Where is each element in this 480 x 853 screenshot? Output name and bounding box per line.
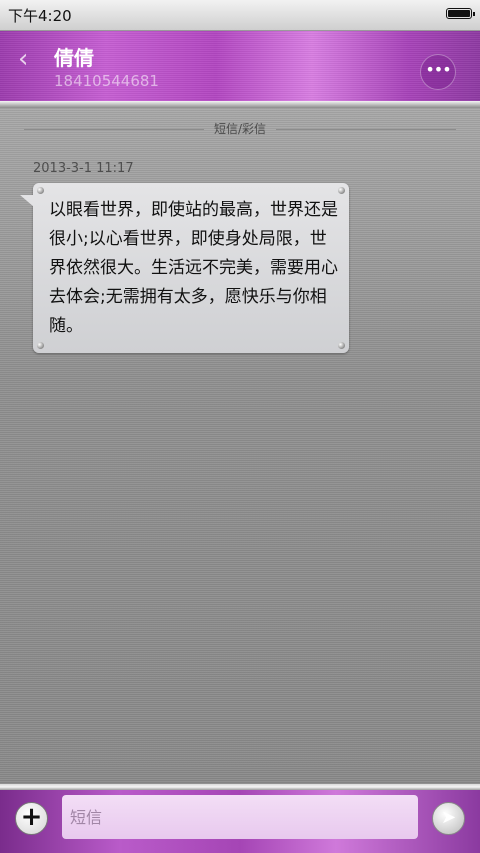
- send-button[interactable]: ➤: [432, 802, 465, 835]
- add-attachment-button[interactable]: +: [15, 802, 48, 835]
- header-divider: [0, 101, 480, 108]
- back-icon[interactable]: ‹: [18, 44, 28, 74]
- bubble-rivet: [338, 342, 345, 349]
- bubble-tail: [20, 195, 34, 207]
- more-options-button[interactable]: •••: [420, 54, 456, 90]
- status-time: 下午4:20: [8, 7, 72, 25]
- message-thread[interactable]: 短信/彩信 2013-3-1 11:17 以眼看世界，即使站的最高，世界还是很小…: [0, 108, 480, 786]
- label-divider-right: [276, 129, 456, 130]
- incoming-message-bubble[interactable]: 以眼看世界，即使站的最高，世界还是很小;以心看世界，即使身处局限，世界依然很大。…: [20, 183, 349, 353]
- status-bar: 下午4:20: [0, 0, 480, 31]
- ellipsis-icon: •••: [425, 60, 451, 79]
- battery-icon: [446, 8, 475, 19]
- compose-bar: + ➤: [0, 790, 480, 853]
- message-input[interactable]: [62, 795, 418, 839]
- plus-icon: +: [20, 802, 43, 832]
- bubble-rivet: [37, 187, 44, 194]
- message-text: 以眼看世界，即使站的最高，世界还是很小;以心看世界，即使身处局限，世界依然很大。…: [49, 200, 338, 336]
- contact-number: 18410544681: [54, 72, 159, 90]
- conversation-header: ‹ 倩倩 18410544681 •••: [0, 31, 480, 101]
- send-arrow-icon: ➤: [440, 807, 457, 828]
- battery-level: [448, 10, 470, 17]
- contact-name: 倩倩: [54, 46, 94, 70]
- message-timestamp: 2013-3-1 11:17: [33, 161, 134, 176]
- bubble-rivet: [338, 187, 345, 194]
- bubble-rivet: [37, 342, 44, 349]
